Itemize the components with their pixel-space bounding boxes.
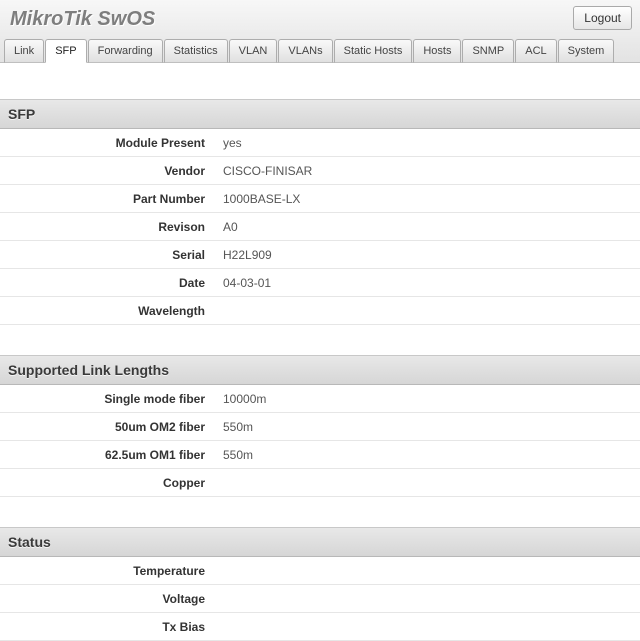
tab-vlan[interactable]: VLAN [229,39,278,63]
value-date: 04-03-01 [215,270,279,296]
brand-title: MikroTik SwOS [6,6,159,33]
value-copper [215,477,231,489]
value-single-mode-fiber: 10000m [215,386,274,412]
value-serial: H22L909 [215,242,280,268]
label-date: Date [0,270,215,296]
tab-hosts[interactable]: Hosts [413,39,461,63]
label-copper: Copper [0,470,215,496]
label-module-present: Module Present [0,130,215,156]
logout-button[interactable]: Logout [573,6,632,30]
row-50um-om2: 50um OM2 fiber 550m [0,413,640,441]
section-status-header: Status [0,527,640,557]
header-bar: MikroTik SwOS Logout [0,0,640,34]
tab-sfp[interactable]: SFP [45,39,86,63]
tab-vlans[interactable]: VLANs [278,39,332,63]
label-tx-bias: Tx Bias [0,614,215,640]
row-single-mode-fiber: Single mode fiber 10000m [0,385,640,413]
row-temperature: Temperature [0,557,640,585]
section-sfp-header: SFP [0,99,640,129]
label-part-number: Part Number [0,186,215,212]
label-temperature: Temperature [0,558,215,584]
section-link-lengths-header: Supported Link Lengths [0,355,640,385]
label-revision: Revison [0,214,215,240]
label-50um-om2: 50um OM2 fiber [0,414,215,440]
value-module-present: yes [215,130,250,156]
tab-static-hosts[interactable]: Static Hosts [334,39,413,63]
label-62um-om1: 62.5um OM1 fiber [0,442,215,468]
row-62um-om1: 62.5um OM1 fiber 550m [0,441,640,469]
value-vendor: CISCO-FINISAR [215,158,320,184]
value-wavelength [215,305,231,317]
value-62um-om1: 550m [215,442,261,468]
label-wavelength: Wavelength [0,298,215,324]
value-part-number: 1000BASE-LX [215,186,308,212]
row-copper: Copper [0,469,640,497]
row-wavelength: Wavelength [0,297,640,325]
label-vendor: Vendor [0,158,215,184]
tab-statistics[interactable]: Statistics [164,39,228,63]
tab-forwarding[interactable]: Forwarding [88,39,163,63]
row-voltage: Voltage [0,585,640,613]
value-temperature [215,565,231,577]
value-50um-om2: 550m [215,414,261,440]
row-tx-bias: Tx Bias [0,613,640,641]
tab-link[interactable]: Link [4,39,44,63]
value-tx-bias [215,621,231,633]
value-revision: A0 [215,214,246,240]
content-area: SFP Module Present yes Vendor CISCO-FINI… [0,99,640,641]
tab-snmp[interactable]: SNMP [462,39,514,63]
row-date: Date 04-03-01 [0,269,640,297]
tab-acl[interactable]: ACL [515,39,556,63]
row-module-present: Module Present yes [0,129,640,157]
row-serial: Serial H22L909 [0,241,640,269]
label-voltage: Voltage [0,586,215,612]
tab-system[interactable]: System [558,39,615,63]
row-part-number: Part Number 1000BASE-LX [0,185,640,213]
label-single-mode-fiber: Single mode fiber [0,386,215,412]
row-revision: Revison A0 [0,213,640,241]
value-voltage [215,593,231,605]
label-serial: Serial [0,242,215,268]
tab-bar: Link SFP Forwarding Statistics VLAN VLAN… [0,34,640,63]
row-vendor: Vendor CISCO-FINISAR [0,157,640,185]
